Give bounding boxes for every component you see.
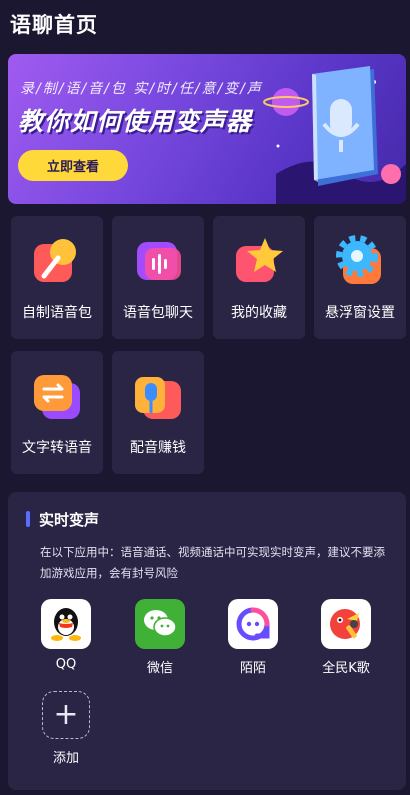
app-quanmin-kge[interactable]: 全民K歌 (311, 599, 381, 676)
realtime-voice-change-card: 实时变声 在以下应用中：语音通话、视频通话中可实现实时变声，建议不要添加游戏应用… (8, 492, 406, 790)
page-title: 语聊首页 (10, 13, 98, 37)
grid-item-label: 自制语音包 (22, 305, 92, 321)
star-icon (236, 238, 283, 282)
grid-item-label: 语音包聊天 (123, 305, 193, 321)
section-title: 实时变声 (39, 511, 100, 529)
app-wechat[interactable]: 微信 (125, 599, 195, 676)
promo-banner[interactable]: 录/制/语/音/包 实/时/任/意/变/声 教你如何使用变声器 立即查看 (8, 54, 406, 204)
add-app-button[interactable]: + 添加 (31, 691, 101, 766)
grid-item-label: 悬浮窗设置 (325, 305, 395, 321)
section-description: 在以下应用中：语音通话、视频通话中可实现实时变声，建议不要添加游戏应用，会有封号… (40, 545, 385, 580)
grid-item-floating-window-settings[interactable]: 悬浮窗设置 (314, 216, 406, 339)
banner-tagline: 录/制/语/音/包 实/时/任/意/变/声 (20, 81, 263, 97)
app-momo[interactable]: 陌陌 (218, 599, 288, 676)
book-microphone-illustration (263, 66, 406, 204)
voice-wave-icon (137, 242, 181, 280)
convert-icon (34, 375, 80, 419)
plus-icon: + (42, 691, 90, 739)
grid-item-text-to-speech[interactable]: 文字转语音 (11, 351, 103, 474)
qq-icon (41, 599, 91, 649)
grid-item-dubbing-earn-money[interactable]: 配音赚钱 (112, 351, 204, 474)
wechat-icon (135, 599, 185, 649)
app-name: 微信 (146, 661, 173, 676)
dubbing-icon (135, 377, 181, 419)
app-name: 陌陌 (239, 661, 266, 676)
view-now-button[interactable]: 立即查看 (18, 150, 128, 181)
grid-item-label: 文字转语音 (22, 440, 92, 456)
app-name: QQ (55, 657, 77, 672)
add-label: 添加 (52, 751, 79, 766)
gear-icon (336, 235, 381, 284)
grid-item-label: 我的收藏 (231, 305, 287, 321)
grid-item-voice-pack-chat[interactable]: 语音包聊天 (112, 216, 204, 339)
grid-item-custom-voice-pack[interactable]: 自制语音包 (11, 216, 103, 339)
grid-item-my-favorites[interactable]: 我的收藏 (213, 216, 305, 339)
kge-icon (321, 599, 371, 649)
microphone-icon (34, 239, 76, 282)
banner-headline: 教你如何使用变声器 (18, 107, 253, 136)
app-name: 全民K歌 (322, 661, 370, 676)
app-qq[interactable]: QQ (31, 599, 101, 672)
grid-item-label: 配音赚钱 (130, 440, 186, 456)
momo-icon (228, 599, 278, 649)
section-accent-bar (26, 511, 30, 527)
